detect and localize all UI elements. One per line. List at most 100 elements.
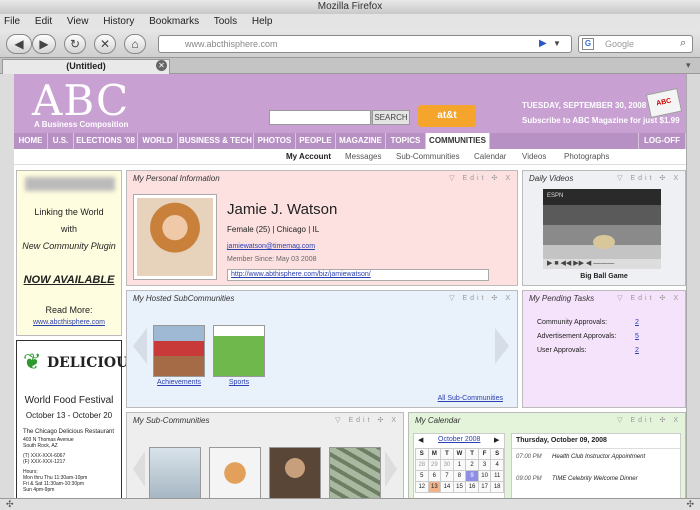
calendar-day[interactable]: 16 [465, 481, 479, 493]
subnav-photographs[interactable]: Photographs [564, 152, 609, 161]
panel-controls[interactable]: ▽ Edit ✣ X [617, 294, 681, 302]
prev-month-icon[interactable]: ◀ [418, 436, 423, 444]
nav-photos[interactable]: PHOTOS [254, 133, 296, 149]
url-field[interactable]: www.abcthisphere.com [158, 35, 572, 53]
event-text[interactable]: TIME Celebrity Welcome Dinner [552, 476, 638, 482]
calendar-day[interactable]: 29 [427, 459, 442, 471]
logoff-button[interactable]: LOG-OFF [638, 133, 686, 149]
carousel-prev-icon[interactable] [133, 451, 145, 487]
calendar-day[interactable]: 30 [440, 459, 454, 471]
calendar-day[interactable]: 14 [440, 481, 454, 493]
menu-history[interactable]: History [103, 16, 134, 27]
subcommunity-thumbnail[interactable] [329, 447, 381, 498]
site-search-button[interactable]: SEARCH [372, 110, 410, 125]
panel-controls[interactable]: ▽ Edit ✣ X [617, 174, 681, 182]
nav-magazine[interactable]: MAGAZINE [336, 133, 386, 149]
subnav-calendar[interactable]: Calendar [474, 152, 506, 161]
calendar-day[interactable]: 28 [415, 459, 429, 471]
stop-button[interactable]: ✕ [94, 34, 116, 54]
pending-count[interactable]: 2 [635, 319, 639, 326]
subnav-videos[interactable]: Videos [522, 152, 546, 161]
subcommunity-thumbnail[interactable] [149, 447, 201, 498]
menu-help[interactable]: Help [252, 16, 273, 27]
search-go-icon[interactable]: ⌕ [680, 37, 686, 50]
forward-button[interactable]: ▶ [32, 34, 56, 54]
nav-topics[interactable]: TOPICS [386, 133, 426, 149]
calendar-day[interactable]: 2 [465, 459, 479, 471]
nav-elections[interactable]: ELECTIONS '08 [74, 133, 138, 149]
nav-people[interactable]: PEOPLE [296, 133, 336, 149]
pending-count[interactable]: 2 [635, 347, 639, 354]
calendar-day[interactable]: 6 [427, 470, 442, 482]
menu-edit[interactable]: Edit [35, 16, 52, 27]
menu-bookmarks[interactable]: Bookmarks [149, 16, 199, 27]
event-text[interactable]: Health Club Instructor Appointment [552, 454, 645, 460]
nav-us[interactable]: U.S. [48, 133, 74, 149]
achievements-thumbnail[interactable] [153, 325, 205, 377]
panel-controls[interactable]: ▽ Edit ✣ X [617, 416, 681, 424]
subscribe-link[interactable]: Subscribe to ABC Magazine for just $1.99 [522, 116, 680, 125]
panel-controls[interactable]: ▽ Edit ✣ X [335, 416, 399, 424]
calendar-day[interactable]: 15 [452, 481, 467, 493]
subnav-my-account[interactable]: My Account [286, 152, 331, 161]
panel-controls[interactable]: ▽ Edit ✣ X [449, 174, 513, 182]
back-button[interactable]: ◀ [6, 34, 32, 54]
nav-communities[interactable]: COMMUNITIES [426, 133, 490, 149]
carousel-prev-icon[interactable] [133, 328, 147, 364]
vertical-scrollbar[interactable] [686, 74, 700, 498]
go-arrow-icon[interactable]: ▶ [539, 38, 547, 49]
calendar-day-selected[interactable]: 9 [465, 470, 479, 482]
subnav-messages[interactable]: Messages [345, 152, 381, 161]
tab-untitled[interactable]: (Untitled) [2, 59, 170, 74]
calendar-month[interactable]: October 2008 [438, 436, 480, 443]
tab-list-icon[interactable]: ▾ [686, 60, 691, 71]
promo-link[interactable]: www.abcthisphere.com [17, 319, 121, 326]
achievements-link[interactable]: Achievements [149, 379, 209, 386]
sponsor-logo[interactable]: at&t [418, 105, 476, 127]
calendar-day[interactable]: 8 [452, 470, 467, 482]
calendar-day[interactable]: 12 [415, 481, 429, 493]
url-dropdown-icon[interactable]: ▼ [553, 39, 561, 48]
nav-business-tech[interactable]: BUSINESS & TECH [178, 133, 254, 149]
move-handle-icon[interactable]: ✣ [6, 499, 14, 510]
nav-world[interactable]: WORLD [138, 133, 178, 149]
calendar-day[interactable]: 10 [477, 470, 492, 482]
profile-email[interactable]: jamiewatson@timemag.com [227, 243, 315, 250]
profile-photo[interactable] [133, 194, 217, 280]
calendar-day[interactable]: 17 [477, 481, 492, 493]
pending-count[interactable]: 5 [635, 333, 639, 340]
panel-controls[interactable]: ▽ Edit ✣ X [449, 294, 513, 302]
menu-view[interactable]: View [67, 16, 89, 27]
promo-box[interactable]: Linking the World with New Community Plu… [16, 170, 122, 336]
sports-link[interactable]: Sports [209, 379, 269, 386]
calendar-day-highlight[interactable]: 13 [427, 481, 442, 493]
resize-handle-icon[interactable]: ✣ [686, 499, 694, 510]
menu-file[interactable]: File [4, 16, 20, 27]
calendar-day[interactable]: 4 [490, 459, 504, 471]
reload-button[interactable]: ↻ [64, 34, 86, 54]
calendar-day[interactable]: 18 [490, 481, 504, 493]
site-search-input[interactable] [269, 110, 371, 125]
search-field[interactable]: Google [578, 35, 693, 53]
menu-tools[interactable]: Tools [214, 16, 237, 27]
video-controls[interactable]: ▶ ■ ◀◀ ▶▶ ◀ ――― [543, 259, 661, 269]
sports-thumbnail[interactable] [213, 325, 265, 377]
calendar-day[interactable]: 5 [415, 470, 429, 482]
calendar-day[interactable]: 3 [477, 459, 492, 471]
video-player[interactable]: ESPN ▶ ■ ◀◀ ▶▶ ◀ ――― [543, 189, 661, 269]
next-month-icon[interactable]: ▶ [494, 436, 499, 444]
food-festival-ad[interactable]: ❦ DELICIOUS World Food Festival October … [16, 340, 138, 498]
home-button[interactable]: ⌂ [124, 34, 146, 54]
subcommunity-thumbnail[interactable] [209, 447, 261, 498]
subcommunity-thumbnail[interactable] [269, 447, 321, 498]
profile-url[interactable]: http://www.abthisphere.com/biz/jamiewats… [231, 271, 371, 278]
site-logo[interactable]: ABC [32, 76, 129, 125]
profile-url-field[interactable]: http://www.abthisphere.com/biz/jamiewats… [227, 269, 489, 281]
calendar-day[interactable]: 11 [490, 470, 504, 482]
nav-home[interactable]: HOME [14, 133, 48, 149]
calendar-day[interactable]: 7 [440, 470, 454, 482]
magazine-cover-icon[interactable]: ABC [645, 87, 683, 119]
calendar-day[interactable]: 1 [452, 459, 467, 471]
carousel-next-icon[interactable] [385, 451, 397, 487]
carousel-next-icon[interactable] [495, 328, 509, 364]
